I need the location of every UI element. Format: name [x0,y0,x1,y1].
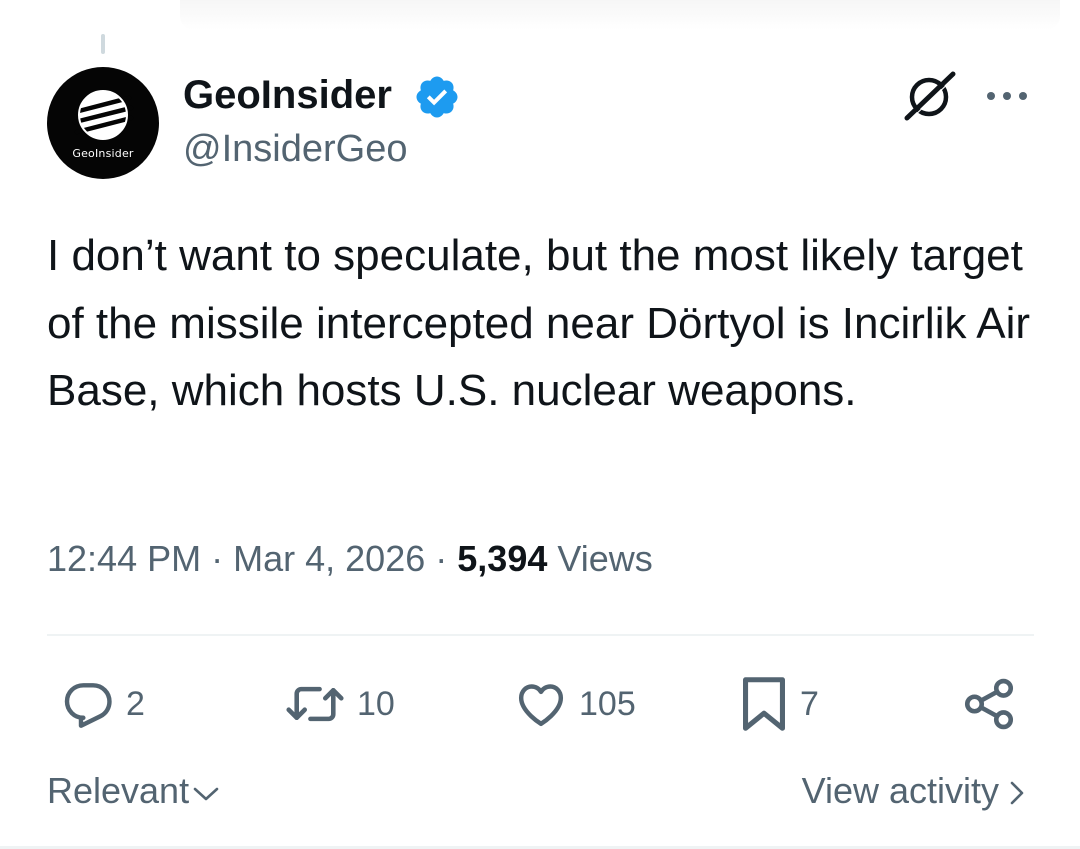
share-icon [964,678,1014,730]
avatar[interactable]: GeoInsider [47,67,159,179]
bookmark-button[interactable]: 7 [738,676,819,732]
tweet-date[interactable]: Mar 4, 2026 [233,538,425,579]
reply-count: 2 [126,685,145,723]
repost-icon [286,686,344,722]
like-icon [518,684,564,727]
view-activity-label: View activity [801,770,999,811]
bookmark-icon [743,677,785,731]
reply-sort-label: Relevant [47,770,190,811]
views-label[interactable]: Views [557,538,652,579]
globe-logo-icon [72,90,134,140]
more-options-icon[interactable] [985,84,1029,108]
like-button[interactable]: 105 [513,676,636,732]
divider [47,634,1034,636]
reply-icon [64,683,112,728]
chevron-right-icon [1010,782,1024,805]
views-count[interactable]: 5,394 [457,538,547,579]
chevron-down-icon [193,788,219,801]
reply-sort-dropdown[interactable]: Relevant [47,768,221,814]
meta-separator: · [435,538,448,579]
thread-connector-line [101,34,105,54]
tweet-time[interactable]: 12:44 PM [47,538,201,579]
repost-count: 10 [357,685,395,723]
verified-badge-icon [416,76,458,118]
repost-button[interactable]: 10 [283,676,395,732]
reply-button[interactable]: 2 [60,676,145,732]
share-button[interactable] [960,676,1018,732]
previous-post-fade [180,0,1060,30]
tweet-metadata: 12:44 PM · Mar 4, 2026 · 5,394 Views [47,536,653,582]
bookmark-count: 7 [800,685,819,723]
meta-separator: · [211,538,224,579]
author-handle[interactable]: @InsiderGeo [183,126,407,172]
view-activity-link[interactable]: View activity [802,768,1025,814]
avatar-logo-text: GeoInsider [72,147,134,160]
grok-icon[interactable] [901,70,957,122]
tweet-text: I don’t want to speculate, but the most … [47,231,1031,415]
like-count: 105 [579,685,636,723]
author-display-name[interactable]: GeoInsider [183,72,392,118]
